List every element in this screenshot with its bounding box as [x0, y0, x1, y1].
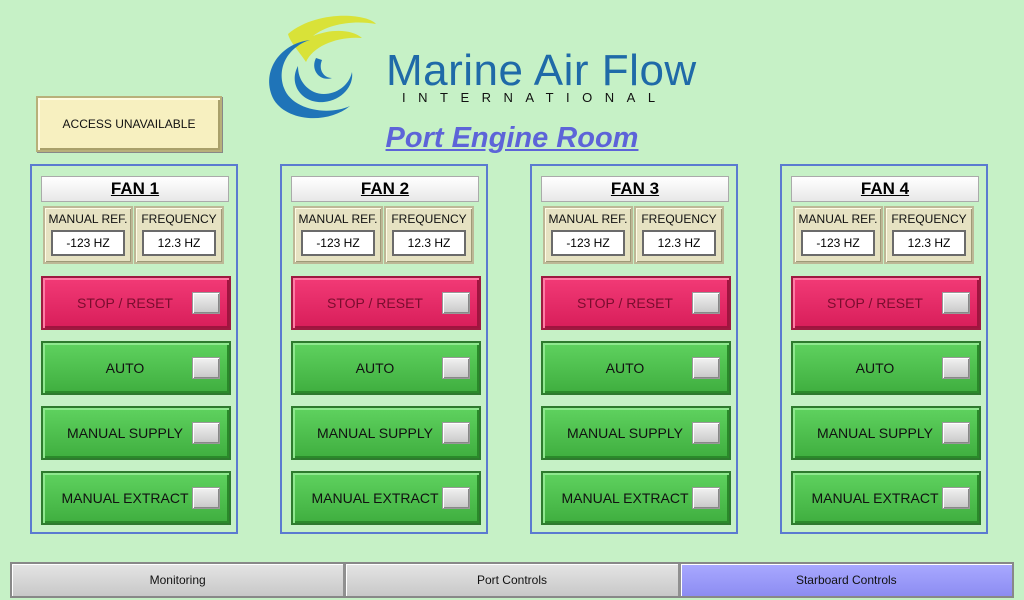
manual-extract-label: MANUAL EXTRACT	[61, 490, 189, 506]
stop-reset-button[interactable]: STOP / RESET	[41, 276, 231, 330]
manual-ref-value: -123 HZ	[551, 230, 625, 256]
company-logo: Marine Air Flow INTERNATIONAL	[258, 14, 708, 124]
status-indicator	[942, 357, 970, 379]
stop-reset-label: STOP / RESET	[827, 295, 923, 311]
bottom-navigation: Monitoring Port Controls Starboard Contr…	[10, 562, 1014, 598]
status-indicator	[192, 357, 220, 379]
stop-reset-label: STOP / RESET	[577, 295, 673, 311]
manual-supply-label: MANUAL SUPPLY	[67, 425, 183, 441]
manual-extract-button[interactable]: MANUAL EXTRACT	[541, 471, 731, 525]
frequency-label: FREQUENCY	[641, 212, 717, 226]
status-indicator	[192, 292, 220, 314]
manual-extract-label: MANUAL EXTRACT	[811, 490, 939, 506]
tab-starboard-controls[interactable]: Starboard Controls	[680, 564, 1012, 596]
status-indicator	[942, 292, 970, 314]
frequency-value: 12.3 HZ	[142, 230, 216, 256]
manual-supply-label: MANUAL SUPPLY	[567, 425, 683, 441]
auto-label: AUTO	[105, 360, 145, 376]
manual-extract-label: MANUAL EXTRACT	[561, 490, 689, 506]
status-indicator	[442, 357, 470, 379]
fan-title: FAN 3	[541, 176, 729, 202]
fan-title: FAN 2	[291, 176, 479, 202]
tab-port-controls[interactable]: Port Controls	[346, 564, 681, 596]
auto-button[interactable]: AUTO	[541, 341, 731, 395]
frequency-box: FREQUENCY 12.3 HZ	[884, 206, 974, 264]
logo-subtitle: INTERNATIONAL	[402, 90, 668, 105]
frequency-box: FREQUENCY 12.3 HZ	[134, 206, 224, 264]
auto-label: AUTO	[855, 360, 895, 376]
status-indicator	[442, 487, 470, 509]
manual-extract-button[interactable]: MANUAL EXTRACT	[791, 471, 981, 525]
manual-ref-box: MANUAL REF. -123 HZ	[43, 206, 133, 264]
status-indicator	[192, 422, 220, 444]
manual-ref-value: -123 HZ	[801, 230, 875, 256]
status-indicator	[942, 422, 970, 444]
fan-2-panel: FAN 2 MANUAL REF. -123 HZ FREQUENCY 12.3…	[280, 164, 488, 534]
tab-monitoring[interactable]: Monitoring	[12, 564, 347, 596]
status-indicator	[442, 292, 470, 314]
fan-1-panel: FAN 1 MANUAL REF. -123 HZ FREQUENCY 12.3…	[30, 164, 238, 534]
auto-label: AUTO	[605, 360, 645, 376]
fan-4-panel: FAN 4 MANUAL REF. -123 HZ FREQUENCY 12.3…	[780, 164, 988, 534]
manual-ref-label: MANUAL REF.	[298, 212, 378, 226]
fan-title: FAN 4	[791, 176, 979, 202]
frequency-label: FREQUENCY	[391, 212, 467, 226]
manual-extract-button[interactable]: MANUAL EXTRACT	[41, 471, 231, 525]
page-title: Port Engine Room	[385, 122, 639, 154]
frequency-value: 12.3 HZ	[392, 230, 466, 256]
manual-ref-label: MANUAL REF.	[548, 212, 628, 226]
manual-supply-button[interactable]: MANUAL SUPPLY	[791, 406, 981, 460]
manual-extract-button[interactable]: MANUAL EXTRACT	[291, 471, 481, 525]
fan-title: FAN 1	[41, 176, 229, 202]
manual-supply-button[interactable]: MANUAL SUPPLY	[541, 406, 731, 460]
auto-button[interactable]: AUTO	[41, 341, 231, 395]
stop-reset-button[interactable]: STOP / RESET	[291, 276, 481, 330]
manual-ref-value: -123 HZ	[51, 230, 125, 256]
manual-ref-box: MANUAL REF. -123 HZ	[543, 206, 633, 264]
manual-ref-label: MANUAL REF.	[48, 212, 128, 226]
manual-ref-label: MANUAL REF.	[798, 212, 878, 226]
manual-supply-button[interactable]: MANUAL SUPPLY	[291, 406, 481, 460]
frequency-value: 12.3 HZ	[892, 230, 966, 256]
status-indicator	[942, 487, 970, 509]
stop-reset-button[interactable]: STOP / RESET	[541, 276, 731, 330]
status-indicator	[192, 487, 220, 509]
frequency-label: FREQUENCY	[141, 212, 217, 226]
logo-wordmark: Marine Air Flow	[386, 46, 697, 95]
stop-reset-label: STOP / RESET	[327, 295, 423, 311]
status-indicator	[692, 422, 720, 444]
manual-extract-label: MANUAL EXTRACT	[311, 490, 439, 506]
stop-reset-button[interactable]: STOP / RESET	[791, 276, 981, 330]
manual-ref-box: MANUAL REF. -123 HZ	[793, 206, 883, 264]
status-indicator	[692, 357, 720, 379]
frequency-box: FREQUENCY 12.3 HZ	[634, 206, 724, 264]
swirl-logo-icon	[269, 15, 376, 119]
auto-button[interactable]: AUTO	[791, 341, 981, 395]
auto-button[interactable]: AUTO	[291, 341, 481, 395]
manual-ref-value: -123 HZ	[301, 230, 375, 256]
status-indicator	[692, 292, 720, 314]
manual-supply-label: MANUAL SUPPLY	[317, 425, 433, 441]
status-indicator	[442, 422, 470, 444]
manual-supply-label: MANUAL SUPPLY	[817, 425, 933, 441]
auto-label: AUTO	[355, 360, 395, 376]
fan-3-panel: FAN 3 MANUAL REF. -123 HZ FREQUENCY 12.3…	[530, 164, 738, 534]
manual-ref-box: MANUAL REF. -123 HZ	[293, 206, 383, 264]
manual-supply-button[interactable]: MANUAL SUPPLY	[41, 406, 231, 460]
frequency-label: FREQUENCY	[891, 212, 967, 226]
frequency-value: 12.3 HZ	[642, 230, 716, 256]
status-indicator	[692, 487, 720, 509]
stop-reset-label: STOP / RESET	[77, 295, 173, 311]
frequency-box: FREQUENCY 12.3 HZ	[384, 206, 474, 264]
